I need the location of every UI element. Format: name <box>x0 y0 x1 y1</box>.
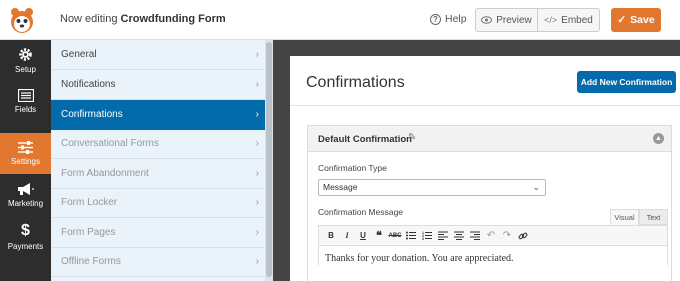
sidebar-item-label: Fields <box>14 105 37 114</box>
help-button[interactable]: ? Help <box>430 13 467 25</box>
strikethrough-icon[interactable]: ABC <box>387 228 403 244</box>
pencil-icon[interactable]: ✎ <box>408 132 416 143</box>
sidebar-item-settings[interactable]: Settings <box>0 133 51 174</box>
tab-text[interactable]: Text <box>639 209 668 225</box>
form-name: Crowdfunding Form <box>120 13 226 25</box>
chevron-right-icon: › <box>255 49 259 60</box>
confirmation-header[interactable]: Default Confirmation ✎ ▲ <box>308 126 671 152</box>
settings-item-label: Conversational Forms <box>61 138 159 149</box>
confirmation-type-label: Confirmation Type <box>318 163 387 173</box>
gear-icon <box>19 48 32 61</box>
sidebar-item-label: Settings <box>11 157 40 166</box>
settings-panel: General › Notifications › Confirmations … <box>51 40 273 281</box>
preview-button[interactable]: Preview <box>476 9 537 31</box>
chevron-right-icon: › <box>255 109 259 120</box>
save-label: Save <box>630 14 655 26</box>
checkmark-icon: ✓ <box>617 14 627 26</box>
chevron-right-icon: › <box>255 79 259 90</box>
eye-icon <box>481 16 493 24</box>
sidebar-item-fields[interactable]: Fields <box>0 81 51 122</box>
top-bar: Now editing Crowdfunding Form ? Help Pre… <box>0 0 680 40</box>
settings-item-label: Confirmations <box>61 109 123 120</box>
code-icon: </> <box>544 15 558 25</box>
align-right-icon[interactable] <box>467 228 483 244</box>
fields-icon <box>17 89 34 102</box>
preview-label: Preview <box>496 14 532 26</box>
save-button[interactable]: ✓ Save <box>611 8 661 32</box>
underline-icon[interactable]: U <box>355 228 371 244</box>
settings-item-label: Form Pages <box>61 227 116 238</box>
chevron-up-icon[interactable]: ▲ <box>653 133 664 144</box>
wpforms-bear-logo <box>11 8 33 33</box>
settings-item-label: Form Abandonment <box>61 168 149 179</box>
sidebar-item-label: Payments <box>7 241 44 251</box>
help-circle-icon: ? <box>430 13 441 25</box>
settings-item-form-pages[interactable]: Form Pages › <box>51 218 267 248</box>
confirmation-message-label: Confirmation Message <box>318 207 404 217</box>
settings-item-label: Form Locker <box>61 197 118 208</box>
confirmation-type-select[interactable]: Message ⌄ <box>318 179 546 196</box>
sidebar-item-label: Marketing <box>7 198 44 208</box>
sidebar-item-payments[interactable]: $ Payments <box>0 216 51 257</box>
italic-icon[interactable]: I <box>339 228 355 244</box>
sliders-icon <box>18 141 33 154</box>
preview-embed-group: Preview </> Embed <box>475 8 600 32</box>
align-center-icon[interactable] <box>451 228 467 244</box>
redo-icon[interactable]: ↷ <box>499 228 515 244</box>
settings-item-form-abandonment[interactable]: Form Abandonment › <box>51 159 267 189</box>
settings-item-conversational-forms[interactable]: Conversational Forms › <box>51 129 267 159</box>
help-label: Help <box>445 13 467 25</box>
settings-item-confirmations[interactable]: Confirmations › <box>51 100 267 130</box>
chevron-right-icon: › <box>255 256 259 267</box>
embed-label: Embed <box>561 14 593 26</box>
confirmations-card: Confirmations Add New Confirmation Defau… <box>290 56 680 281</box>
sidebar-item-setup[interactable]: Setup <box>0 40 51 81</box>
chevron-right-icon: › <box>255 138 259 149</box>
chevron-down-icon: ⌄ <box>532 182 540 192</box>
settings-item-label: Notifications <box>61 79 116 90</box>
scrollbar-thumb[interactable] <box>266 42 272 277</box>
bold-icon[interactable]: B <box>323 228 339 244</box>
message-text[interactable]: Thanks for your donation. You are apprec… <box>325 253 514 264</box>
settings-item-general[interactable]: General › <box>51 40 267 70</box>
add-new-confirmation-button[interactable]: Add New Confirmation <box>577 71 676 93</box>
builder-sidebar: Setup Fields Settings Marketing $ Paymen… <box>0 40 51 281</box>
confirmation-block: Default Confirmation ✎ ▲ Confirmation Ty… <box>307 125 672 281</box>
chevron-right-icon: › <box>255 168 259 179</box>
tab-visual[interactable]: Visual <box>610 209 639 225</box>
bullet-list-icon[interactable] <box>403 228 419 244</box>
page-title: Confirmations <box>306 74 405 91</box>
main-content: Confirmations Add New Confirmation Defau… <box>273 40 680 281</box>
chevron-right-icon: › <box>255 197 259 208</box>
undo-icon[interactable]: ↶ <box>483 228 499 244</box>
link-icon[interactable] <box>515 228 531 244</box>
settings-scrollbar[interactable] <box>265 40 273 281</box>
select-value: Message <box>323 182 358 192</box>
message-editor: B I U ❝ ABC 123 ↶ ↷ Thanks for your dona… <box>318 225 668 265</box>
settings-item-form-locker[interactable]: Form Locker › <box>51 188 267 218</box>
sidebar-item-label: Setup <box>15 65 36 74</box>
blockquote-icon[interactable]: ❝ <box>371 228 387 244</box>
editing-title: Now editing Crowdfunding Form <box>60 13 226 25</box>
editor-toolbar: B I U ❝ ABC 123 ↶ ↷ <box>319 226 667 246</box>
settings-item-label: Offline Forms <box>61 256 121 267</box>
settings-item-notifications[interactable]: Notifications › <box>51 70 267 100</box>
numbered-list-icon[interactable]: 123 <box>419 228 435 244</box>
divider <box>290 105 680 106</box>
embed-button[interactable]: </> Embed <box>537 9 599 31</box>
sidebar-item-marketing[interactable]: Marketing <box>0 174 51 215</box>
svg-text:3: 3 <box>422 237 424 240</box>
chevron-right-icon: › <box>255 227 259 238</box>
dollar-icon: $ <box>21 221 30 239</box>
settings-item-offline-forms[interactable]: Offline Forms › <box>51 247 267 277</box>
editing-prefix: Now editing <box>60 13 118 25</box>
settings-item-label: General <box>61 49 97 60</box>
confirmation-title: Default Confirmation <box>318 134 412 145</box>
align-left-icon[interactable] <box>435 228 451 244</box>
megaphone-icon <box>18 182 34 195</box>
